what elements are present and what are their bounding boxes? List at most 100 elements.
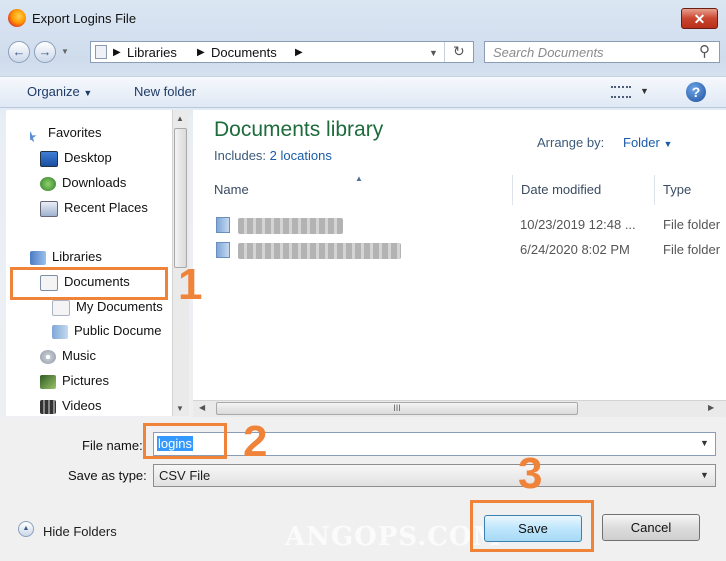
- sidebar-item-public-documents[interactable]: Public Docume: [52, 320, 172, 342]
- document-icon: [52, 299, 70, 316]
- hscroll-thumb[interactable]: III: [216, 402, 578, 415]
- sidebar-item-music[interactable]: Music: [40, 345, 96, 367]
- sidebar-item-label: Libraries: [52, 249, 102, 264]
- highlight-documents: [10, 267, 168, 300]
- cancel-button[interactable]: Cancel: [602, 514, 700, 541]
- sidebar-item-label: Favorites: [48, 125, 102, 140]
- sidebar-item-label: Recent Places: [64, 200, 148, 215]
- filename-dropdown-icon[interactable]: ▼: [700, 438, 709, 448]
- column-divider[interactable]: [654, 175, 655, 205]
- breadcrumb-libraries[interactable]: Libraries: [127, 45, 177, 60]
- file-date: 6/24/2020 8:02 PM: [520, 242, 630, 257]
- sort-ascending-icon: ▲: [355, 174, 363, 183]
- sidebar-item-label: Desktop: [64, 150, 112, 165]
- organize-chevron-icon: ▼: [83, 88, 93, 98]
- library-title: Documents library: [214, 118, 384, 141]
- highlight-filename: [143, 423, 227, 459]
- sidebar-item-label: Public Docume: [74, 323, 162, 338]
- sidebar-item-downloads[interactable]: Downloads: [40, 172, 126, 194]
- view-chevron-icon[interactable]: ▼: [640, 86, 649, 96]
- scroll-left-icon[interactable]: ◀: [199, 403, 205, 412]
- sidebar-item-label: Music: [62, 348, 96, 363]
- scroll-up-icon[interactable]: ▲: [176, 114, 184, 123]
- videos-icon: [40, 399, 56, 414]
- sidebar-item-pictures[interactable]: Pictures: [40, 370, 109, 392]
- sidebar-item-desktop[interactable]: Desktop: [40, 147, 112, 169]
- navigation-pane: ★ Favorites Desktop Downloads Recent Plac…: [6, 110, 187, 416]
- blurred-file-name: [238, 218, 343, 234]
- libraries-icon: [30, 250, 46, 265]
- address-dropdown-icon[interactable]: ▼: [429, 48, 438, 58]
- breadcrumb-separator-icon: ▶: [197, 47, 205, 58]
- includes-link[interactable]: 2 locations: [270, 148, 332, 163]
- library-includes: Includes: 2 locations: [214, 148, 332, 163]
- new-folder-button[interactable]: New folder: [134, 84, 196, 99]
- file-date: 10/23/2019 12:48 ...: [520, 217, 636, 232]
- column-header-name[interactable]: Name: [214, 182, 249, 197]
- sidebar-item-favorites[interactable]: ★ Favorites: [30, 122, 101, 144]
- search-placeholder: Search Documents: [493, 45, 604, 60]
- sidebar-item-label: Videos: [62, 398, 102, 413]
- savetype-dropdown-icon[interactable]: ▼: [700, 470, 709, 480]
- arrange-by-dropdown[interactable]: Folder ▼: [623, 135, 672, 150]
- music-icon: [40, 349, 56, 364]
- sidebar-item-label: Downloads: [62, 175, 127, 190]
- organize-button[interactable]: Organize ▼: [27, 84, 92, 99]
- step-3-marker: 3: [518, 449, 543, 498]
- back-icon[interactable]: ←: [8, 41, 30, 63]
- hide-folders-button[interactable]: Hide Folders: [43, 524, 117, 539]
- search-icon[interactable]: ⚲: [699, 42, 710, 60]
- organize-label: Organize: [27, 84, 80, 99]
- savetype-value: CSV File: [159, 468, 211, 483]
- sidebar-item-videos[interactable]: Videos: [40, 395, 102, 417]
- arrange-label: Arrange by:: [537, 135, 605, 150]
- savetype-select[interactable]: CSV File ▼: [153, 464, 716, 487]
- filename-input[interactable]: logins ▼: [153, 432, 716, 456]
- library-icon: [95, 45, 107, 59]
- title-bar: Export Logins File ✕: [0, 0, 726, 38]
- savetype-label: Save as type:: [68, 468, 147, 483]
- pictures-icon: [40, 374, 56, 389]
- breadcrumb-separator-icon: ▶: [295, 47, 303, 58]
- includes-label: Includes:: [214, 148, 267, 163]
- firefox-icon: [8, 9, 26, 27]
- folder-icon: [216, 217, 230, 233]
- sidebar-item-label: Pictures: [62, 373, 109, 388]
- scroll-down-icon[interactable]: ▼: [176, 404, 184, 413]
- view-options-icon[interactable]: [611, 86, 631, 98]
- address-bar[interactable]: ▶ Libraries ▶ Documents ▶ ▼ ↻: [90, 41, 474, 63]
- step-2-marker: 2: [243, 417, 268, 466]
- downloads-icon: [40, 176, 56, 191]
- sidebar-item-label: My Documents: [76, 299, 163, 314]
- hide-folders-icon[interactable]: ▲: [18, 521, 34, 537]
- address-divider: [444, 42, 445, 62]
- scroll-right-icon[interactable]: ▶: [708, 403, 714, 412]
- close-button[interactable]: ✕: [681, 8, 718, 29]
- arrange-chevron-icon: ▼: [663, 139, 673, 149]
- window-title: Export Logins File: [32, 11, 137, 26]
- sidebar-item-recent-places[interactable]: Recent Places: [40, 197, 148, 219]
- refresh-icon[interactable]: ↻: [453, 43, 465, 60]
- blurred-file-name: [238, 243, 401, 259]
- arrange-value: Folder: [623, 135, 660, 150]
- step-1-marker: 1: [178, 260, 203, 309]
- table-row[interactable]: 10/23/2019 12:48 ... File folder: [214, 215, 726, 235]
- column-header-date[interactable]: Date modified: [521, 182, 601, 197]
- file-type: File folder: [663, 217, 721, 232]
- arrange-by: Arrange by:: [537, 135, 604, 150]
- table-row[interactable]: 6/24/2020 8:02 PM File folder: [214, 240, 726, 260]
- sidebar-scroll-thumb[interactable]: [174, 128, 187, 268]
- highlight-save: [470, 500, 594, 552]
- sidebar-item-libraries[interactable]: Libraries: [30, 246, 102, 268]
- recent-pages-chevron-icon[interactable]: ▼: [61, 47, 69, 56]
- column-header-type[interactable]: Type: [663, 182, 691, 197]
- help-icon[interactable]: ?: [686, 82, 706, 102]
- star-icon: ★: [30, 128, 38, 144]
- breadcrumb-documents[interactable]: Documents: [211, 45, 277, 60]
- filename-label: File name:: [82, 438, 143, 453]
- column-divider[interactable]: [512, 175, 513, 205]
- forward-icon[interactable]: →: [34, 41, 56, 63]
- document-icon: [52, 324, 68, 339]
- search-input[interactable]: Search Documents ⚲: [484, 41, 720, 63]
- desktop-icon: [40, 150, 58, 167]
